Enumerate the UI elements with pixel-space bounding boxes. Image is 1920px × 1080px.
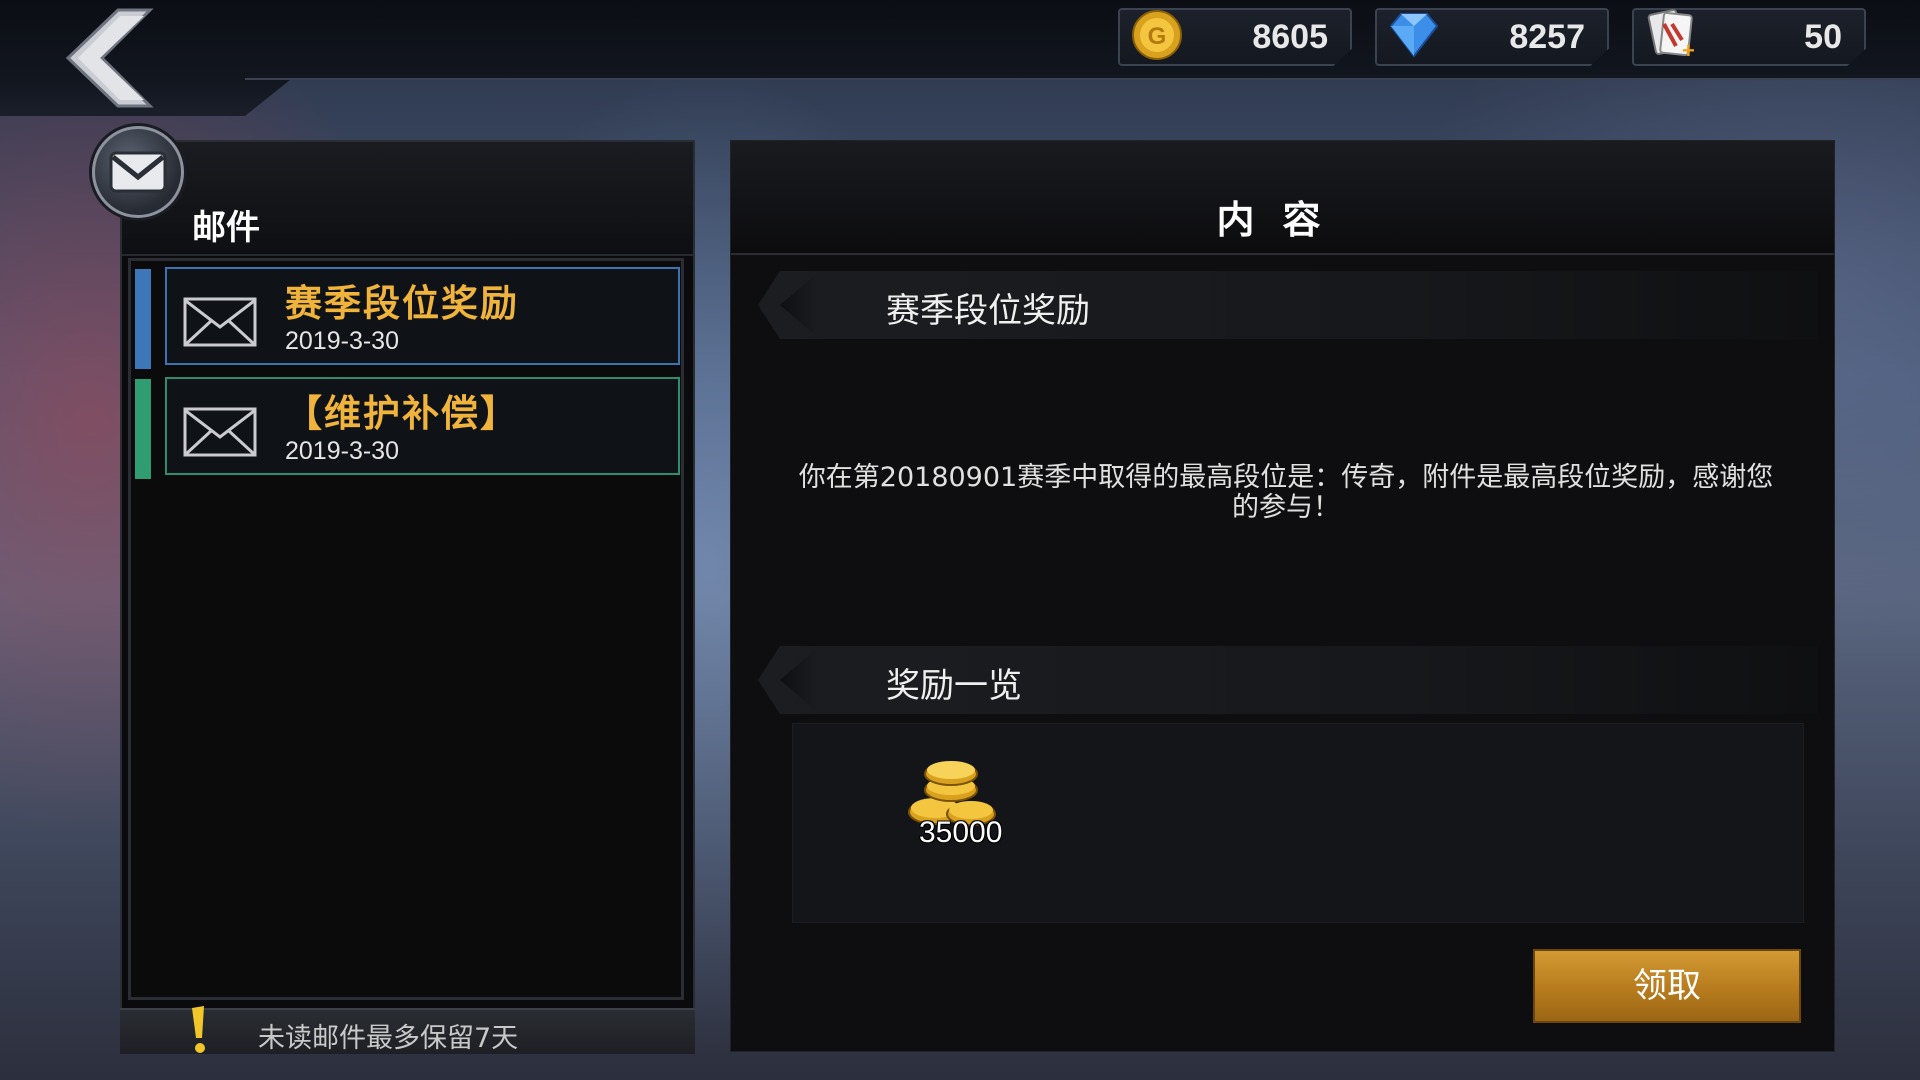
rewards-header-bar: 奖励一览 [758, 646, 1818, 714]
gold-counter: G 8605 [1118, 8, 1352, 66]
mail-list[interactable]: 赛季段位奖励 2019-3-30 【维护补偿】 2019-3-30 [128, 258, 684, 1000]
chevron-left-icon [780, 271, 820, 339]
chevron-left-icon [780, 646, 820, 714]
content-panel-title: 内容 [1216, 198, 1349, 242]
mail-item-title: 【维护补偿】 [285, 392, 519, 435]
content-panel-header: 内容 [731, 141, 1834, 255]
svg-text:+: + [1682, 38, 1695, 63]
mail-item-stripe [135, 379, 151, 479]
content-panel: 内容 赛季段位奖励 你在第20180901赛季中取得的最高段位是：传奇，附件是最… [730, 140, 1835, 1052]
mail-item-stripe [135, 269, 151, 369]
ticket-value: 50 [1804, 18, 1842, 56]
mail-item-date: 2019-3-30 [285, 327, 399, 355]
gold-value: 8605 [1252, 18, 1328, 56]
claim-button[interactable]: 领取 [1533, 949, 1801, 1023]
mail-badge [92, 126, 184, 218]
back-button[interactable] [62, 6, 162, 110]
svg-text:G: G [1148, 23, 1167, 50]
ticket-counter: + 50 [1632, 8, 1866, 66]
diamond-icon [1389, 13, 1439, 58]
chevron-left-icon [65, 8, 154, 108]
envelope-icon [183, 407, 257, 457]
reward-count: 35000 [919, 816, 1003, 849]
diamond-value: 8257 [1509, 18, 1585, 56]
mail-item-date: 2019-3-30 [285, 437, 399, 465]
mail-subject-bar: 赛季段位奖励 [758, 271, 1818, 339]
gold-coin-icon: G [1132, 10, 1182, 60]
top-bar-divider [245, 78, 1920, 80]
mail-item-season-reward[interactable]: 赛季段位奖励 2019-3-30 [165, 267, 680, 365]
mail-retention-notice: 未读邮件最多保留7天 [120, 1006, 695, 1054]
card-ticket-icon: + [1647, 9, 1695, 63]
envelope-icon [109, 151, 167, 193]
notice-text: 未读邮件最多保留7天 [258, 1023, 519, 1054]
mail-item-title: 赛季段位奖励 [285, 282, 519, 325]
rewards-box: 35000 [792, 723, 1804, 923]
exclamation-icon [192, 1006, 205, 1053]
mail-panel-title: 邮件 [192, 208, 260, 248]
envelope-icon [183, 297, 257, 347]
mail-item-maintenance[interactable]: 【维护补偿】 2019-3-30 [165, 377, 680, 475]
rewards-title: 奖励一览 [886, 666, 1022, 706]
diamond-counter: 8257 [1375, 8, 1609, 66]
mail-subject: 赛季段位奖励 [886, 291, 1090, 331]
mail-body: 你在第20180901赛季中取得的最高段位是：传奇，附件是最高段位奖励，感谢您的… [798, 462, 1774, 523]
